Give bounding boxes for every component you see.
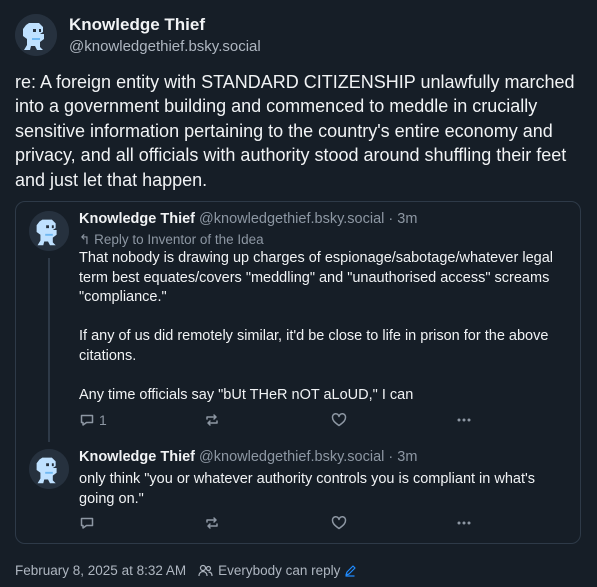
pencil-icon[interactable] [344,564,357,577]
thread-connector-line [48,258,50,442]
repost-button[interactable] [204,412,220,428]
author-handle[interactable]: @knowledgethief.bsky.social [69,38,261,55]
quote-timestamp[interactable]: 3m [397,449,417,465]
quote-paragraph: That nobody is drawing up charges of esp… [79,250,553,305]
quote-paragraph: only think "you or whatever authority co… [79,471,536,507]
reply-to-label: Reply to Inventor of the Idea [94,232,264,247]
separator-dot: · [388,449,394,465]
quote-avatar[interactable] [29,449,69,489]
like-button[interactable] [331,515,347,531]
author-name[interactable]: Knowledge Thief [69,15,205,35]
quote-paragraph: Any time officials say "bUt THeR nOT aLo… [79,386,414,403]
post-footer: February 8, 2025 at 8:32 AM Everybody ca… [15,563,357,578]
quote-post-body: only think "you or whatever authority co… [79,470,574,509]
post-actions: 1 [79,412,484,432]
like-icon [331,412,347,427]
like-icon [331,515,347,530]
reply-icon [80,517,94,529]
quote-author-handle[interactable]: @knowledgethief.bsky.social [199,449,384,465]
quote-post-body: That nobody is drawing up charges of esp… [79,249,574,405]
people-icon [198,564,213,577]
quote-header: Knowledge Thief @knowledgethief.bsky.soc… [79,211,417,227]
post-actions [79,515,484,535]
quote-author-name[interactable]: Knowledge Thief [79,449,195,465]
quote-paragraph: If any of us did remotely similar, it'd … [79,328,549,364]
quote-author-handle[interactable]: @knowledgethief.bsky.social [199,211,384,227]
more-options-button[interactable] [456,515,472,531]
reply-count: 1 [99,412,107,428]
reply-context[interactable]: ↰ Reply to Inventor of the Idea [79,232,264,248]
repost-icon [206,414,218,426]
quote-avatar[interactable] [29,211,69,251]
more-icon [457,418,471,422]
reply-icon [80,414,94,426]
author-avatar[interactable] [15,14,57,56]
post-date: February 8, 2025 at 8:32 AM [15,563,187,578]
separator-dot: · [388,211,394,227]
reply-button[interactable]: 1 [79,412,107,428]
more-icon [457,521,471,525]
quote-author-name[interactable]: Knowledge Thief [79,211,195,227]
quote-header: Knowledge Thief @knowledgethief.bsky.soc… [79,449,417,465]
repost-icon [206,517,218,529]
reply-button[interactable] [79,515,95,531]
reply-arrow-icon: ↰ [79,232,91,247]
post-text: re: A foreign entity with STANDARD CITIZ… [15,72,575,190]
repost-button[interactable] [204,515,220,531]
reply-setting-label[interactable]: Everybody can reply [218,563,340,578]
more-options-button[interactable] [456,412,472,428]
like-button[interactable] [331,412,347,428]
quote-timestamp[interactable]: 3m [397,211,417,227]
